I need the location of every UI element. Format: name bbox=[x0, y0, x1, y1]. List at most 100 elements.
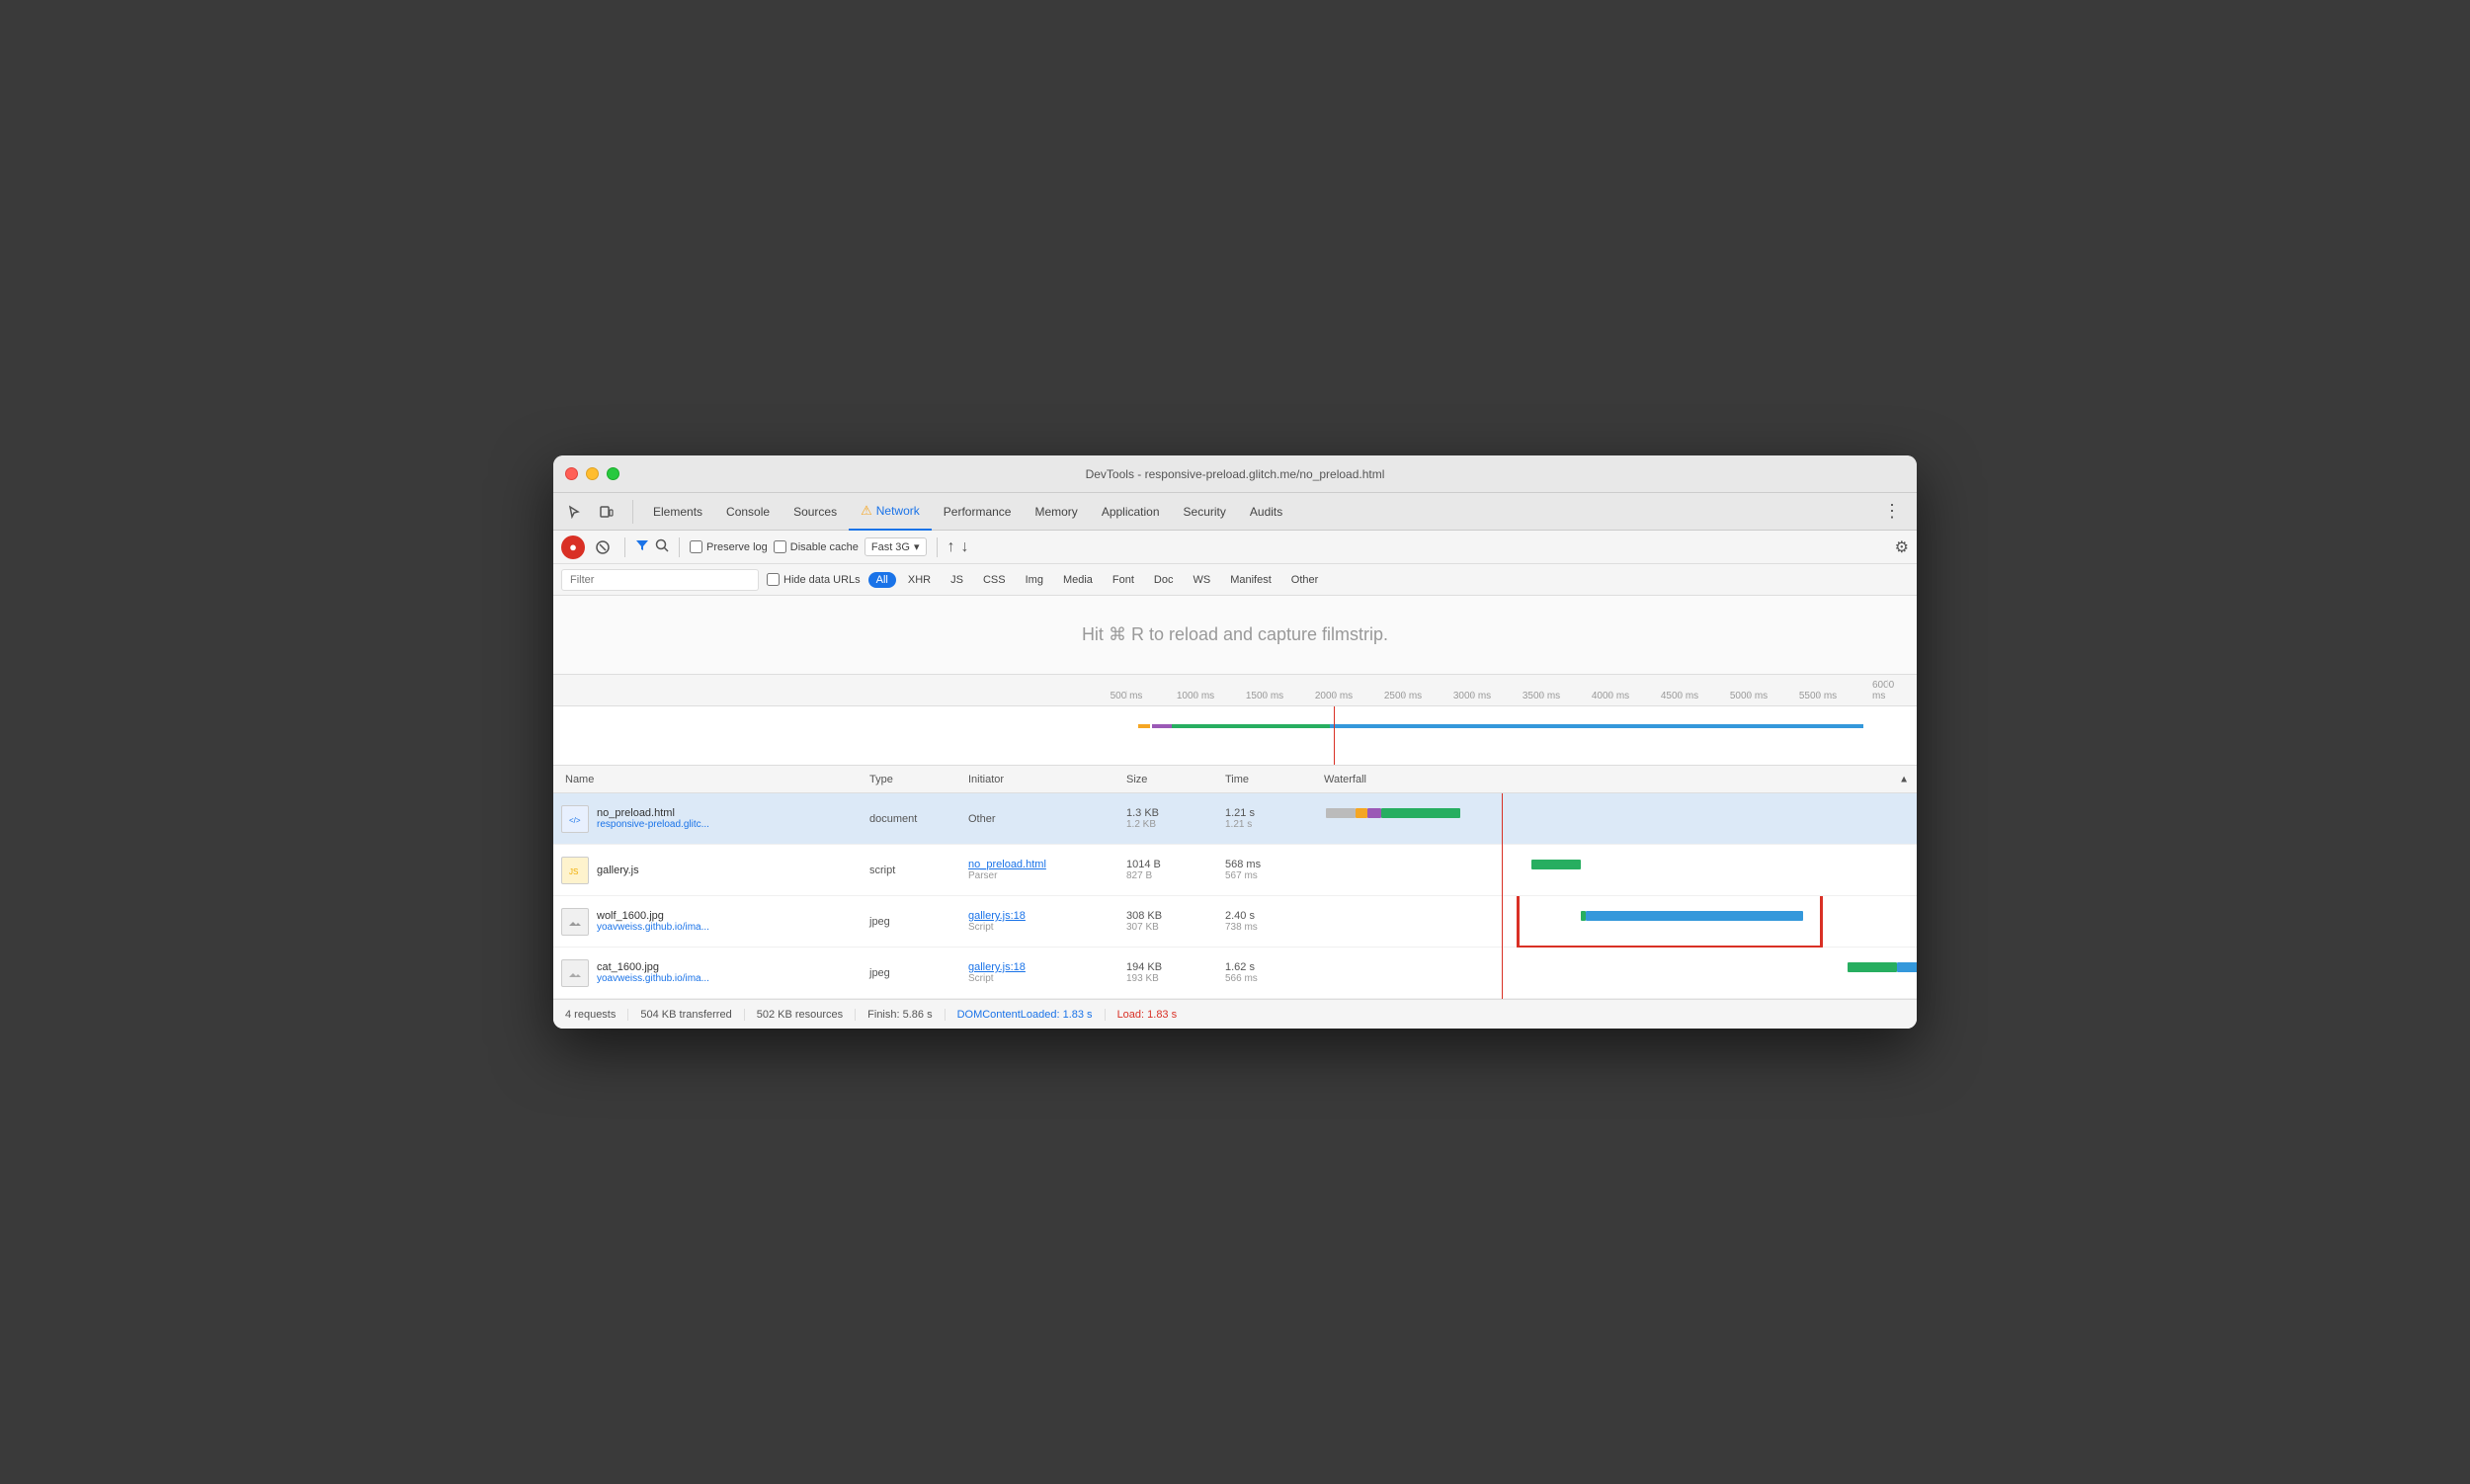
row-name-cell: </> no_preload.html responsive-preload.g… bbox=[553, 805, 869, 833]
table-header: Name Type Initiator Size Time Waterfall … bbox=[553, 766, 1917, 793]
timeline-segment-purple bbox=[1152, 724, 1172, 728]
throttle-selector[interactable]: Fast 3G ▾ bbox=[864, 537, 927, 556]
filter-tags: All XHR JS CSS Img Media Font Doc WS Man… bbox=[868, 572, 1327, 588]
filter-tag-font[interactable]: Font bbox=[1105, 572, 1142, 588]
waterfall-sort-icon: ▲ bbox=[1899, 774, 1909, 784]
filter-tag-media[interactable]: Media bbox=[1055, 572, 1101, 588]
close-button[interactable] bbox=[565, 467, 578, 480]
tab-security[interactable]: Security bbox=[1172, 493, 1238, 531]
timeline-marker bbox=[1334, 706, 1335, 765]
wf-bar-send bbox=[1367, 808, 1381, 818]
toolbar: ● Preserve log Disable cache Fast 3G bbox=[553, 531, 1917, 564]
filter-tag-other[interactable]: Other bbox=[1283, 572, 1327, 588]
cursor-icon[interactable] bbox=[561, 498, 589, 526]
toolbar-right: ⚙ bbox=[1895, 537, 1909, 557]
device-icon[interactable] bbox=[593, 498, 620, 526]
row-time: 1.62 s 566 ms bbox=[1225, 961, 1324, 984]
tick-5000ms: 5000 ms bbox=[1730, 691, 1768, 705]
status-requests: 4 requests bbox=[565, 1009, 628, 1021]
disable-cache-checkbox[interactable]: Disable cache bbox=[774, 540, 859, 553]
filter-tag-all[interactable]: All bbox=[868, 572, 896, 588]
row-initiator: gallery.js:18 Script bbox=[968, 961, 1126, 984]
header-time[interactable]: Time bbox=[1225, 774, 1324, 785]
row-time: 2.40 s 738 ms bbox=[1225, 910, 1324, 933]
table-row[interactable]: JS gallery.js script no_preload.html Par… bbox=[553, 845, 1917, 896]
tab-elements[interactable]: Elements bbox=[641, 493, 714, 531]
title-bar: DevTools - responsive-preload.glitch.me/… bbox=[553, 455, 1917, 493]
requests-table: Name Type Initiator Size Time Waterfall … bbox=[553, 766, 1917, 999]
tick-2500ms: 2500 ms bbox=[1384, 691, 1422, 705]
filter-tag-css[interactable]: CSS bbox=[975, 572, 1014, 588]
wf-bar-g2 bbox=[1848, 962, 1897, 972]
tab-sources[interactable]: Sources bbox=[782, 493, 849, 531]
row-name-cell: cat_1600.jpg yoavweiss.github.io/ima... bbox=[553, 959, 869, 987]
filter-tag-ws[interactable]: WS bbox=[1185, 572, 1218, 588]
search-icon[interactable] bbox=[655, 538, 669, 555]
status-resources: 502 KB resources bbox=[745, 1009, 856, 1021]
toolbar-separator bbox=[624, 537, 625, 557]
hide-data-urls-checkbox[interactable]: Hide data URLs bbox=[767, 573, 861, 586]
header-type[interactable]: Type bbox=[869, 774, 968, 785]
filter-bar: Hide data URLs All XHR JS CSS Img Media … bbox=[553, 564, 1917, 596]
filter-tag-js[interactable]: JS bbox=[943, 572, 971, 588]
tick-1500ms: 1500 ms bbox=[1246, 691, 1283, 705]
svg-text:JS: JS bbox=[569, 867, 578, 876]
tab-application[interactable]: Application bbox=[1090, 493, 1172, 531]
status-finish: Finish: 5.86 s bbox=[856, 1009, 945, 1021]
filter-tag-xhr[interactable]: XHR bbox=[900, 572, 939, 588]
table-row[interactable]: wolf_1600.jpg yoavweiss.github.io/ima...… bbox=[553, 896, 1917, 948]
chevron-down-icon: ▾ bbox=[914, 540, 920, 553]
wf-bar-receive-js bbox=[1531, 860, 1581, 869]
filter-tag-manifest[interactable]: Manifest bbox=[1222, 572, 1279, 588]
table-row[interactable]: cat_1600.jpg yoavweiss.github.io/ima... … bbox=[553, 948, 1917, 999]
devtools-panel: Elements Console Sources ⚠ Network Perfo… bbox=[553, 493, 1917, 1029]
wf-bar-connect bbox=[1356, 808, 1367, 818]
row-size: 308 KB 307 KB bbox=[1126, 910, 1225, 933]
row-waterfall bbox=[1324, 845, 1917, 896]
download-button[interactable]: ↓ bbox=[961, 538, 969, 556]
preserve-log-checkbox[interactable]: Preserve log bbox=[690, 540, 768, 553]
tick-3000ms: 3000 ms bbox=[1453, 691, 1491, 705]
tab-console[interactable]: Console bbox=[714, 493, 782, 531]
maximize-button[interactable] bbox=[607, 467, 619, 480]
more-options-icon[interactable]: ⋮ bbox=[1875, 501, 1909, 522]
minimize-button[interactable] bbox=[586, 467, 599, 480]
tick-3500ms: 3500 ms bbox=[1523, 691, 1560, 705]
record-button[interactable]: ● bbox=[561, 536, 585, 559]
upload-button[interactable]: ↑ bbox=[947, 538, 955, 556]
preserve-log-input[interactable] bbox=[690, 540, 702, 553]
tick-6000ms: 6000 ms bbox=[1872, 680, 1902, 705]
tick-5500ms: 5500 ms bbox=[1799, 691, 1837, 705]
header-name[interactable]: Name bbox=[553, 774, 869, 785]
wf-bar-b2 bbox=[1897, 962, 1917, 972]
header-size[interactable]: Size bbox=[1126, 774, 1225, 785]
status-load: Load: 1.83 s bbox=[1106, 1009, 1190, 1021]
row-name-text: cat_1600.jpg yoavweiss.github.io/ima... bbox=[597, 961, 709, 984]
header-waterfall[interactable]: Waterfall ▲ bbox=[1324, 774, 1917, 785]
svg-text:</>: </> bbox=[569, 816, 581, 825]
tab-audits[interactable]: Audits bbox=[1238, 493, 1294, 531]
row-type: script bbox=[869, 865, 968, 876]
filter-input[interactable] bbox=[561, 569, 759, 591]
settings-icon[interactable]: ⚙ bbox=[1895, 539, 1909, 556]
row-size: 194 KB 193 KB bbox=[1126, 961, 1225, 984]
tab-network[interactable]: ⚠ Network bbox=[849, 493, 932, 531]
tick-1000ms: 1000 ms bbox=[1177, 691, 1214, 705]
toolbar-separator-2 bbox=[679, 537, 680, 557]
row-waterfall bbox=[1324, 948, 1917, 999]
header-initiator[interactable]: Initiator bbox=[968, 774, 1126, 785]
row-time: 568 ms 567 ms bbox=[1225, 859, 1324, 881]
hide-data-urls-input[interactable] bbox=[767, 573, 780, 586]
tab-memory[interactable]: Memory bbox=[1023, 493, 1089, 531]
row-name-text: no_preload.html responsive-preload.glitc… bbox=[597, 807, 709, 830]
filter-icon[interactable] bbox=[635, 538, 649, 555]
wf-bar-stall bbox=[1326, 808, 1356, 818]
stop-button[interactable] bbox=[591, 536, 615, 559]
table-row[interactable]: </> no_preload.html responsive-preload.g… bbox=[553, 793, 1917, 845]
file-icon-js: JS bbox=[561, 857, 589, 884]
filter-tag-doc[interactable]: Doc bbox=[1146, 572, 1182, 588]
tick-4000ms: 4000 ms bbox=[1592, 691, 1629, 705]
tab-performance[interactable]: Performance bbox=[932, 493, 1024, 531]
disable-cache-input[interactable] bbox=[774, 540, 786, 553]
filter-tag-img[interactable]: Img bbox=[1018, 572, 1051, 588]
